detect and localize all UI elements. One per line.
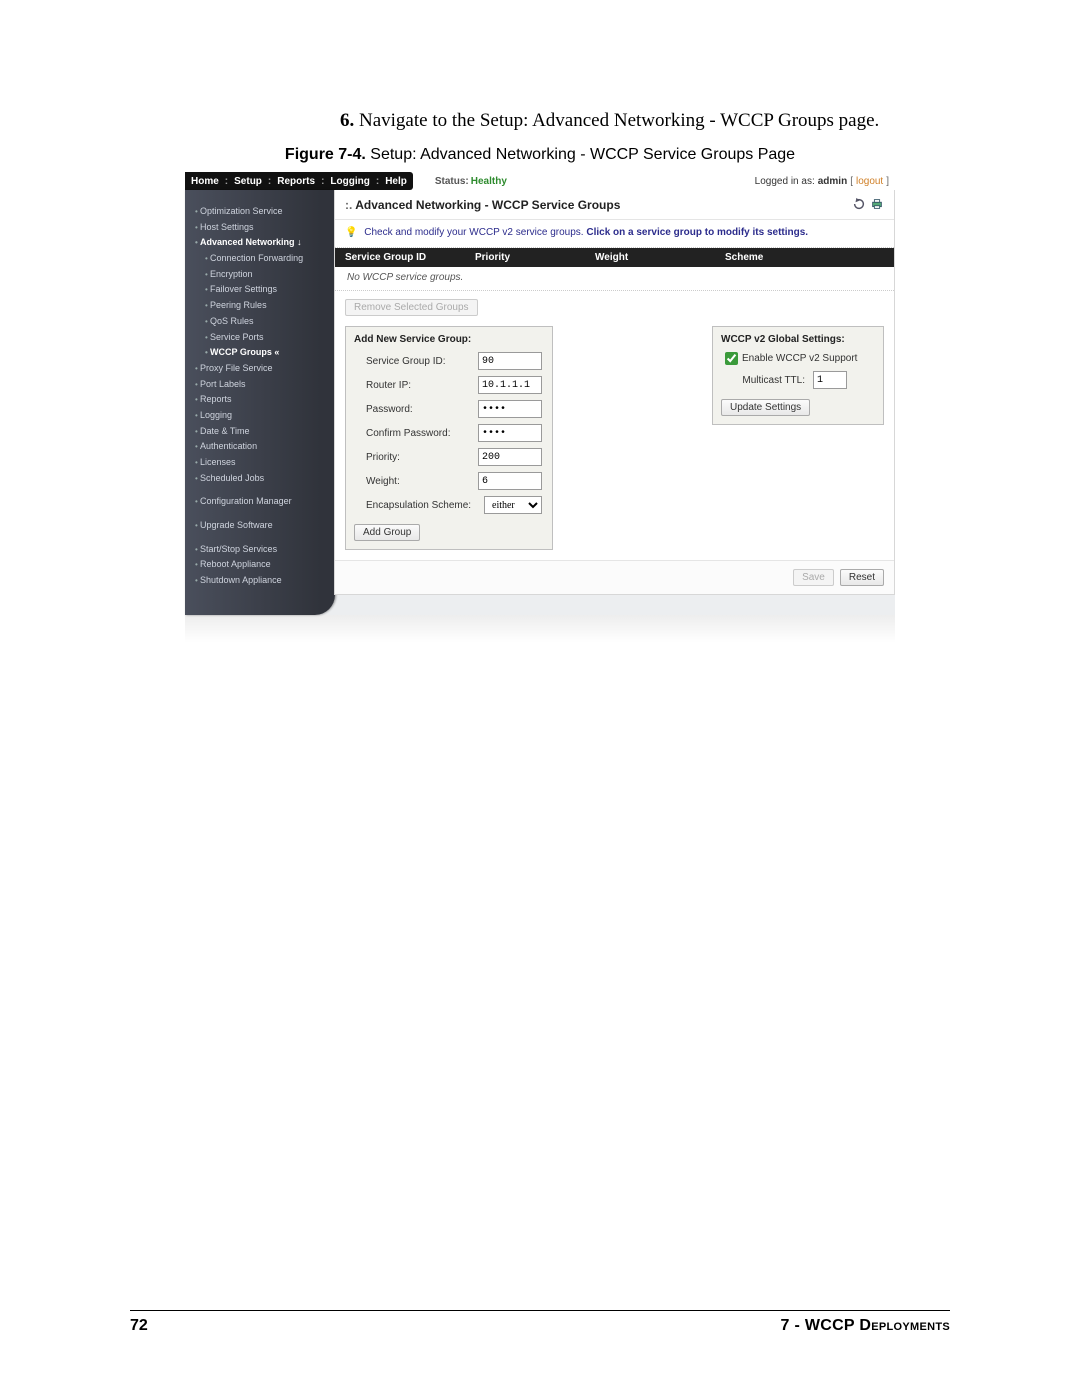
logout-link[interactable]: logout <box>856 175 883 188</box>
figure-label: Figure 7-4. <box>285 146 366 163</box>
nav-tab-home[interactable]: Home <box>191 175 219 188</box>
sidebar-item[interactable]: Service Ports <box>191 330 331 346</box>
col-scheme: Scheme <box>725 251 875 264</box>
refresh-icon[interactable] <box>852 197 866 215</box>
weight-label: Weight: <box>366 475 470 488</box>
sidebar-item[interactable]: Proxy File Service <box>191 361 331 377</box>
screenshot: Home: Setup: Reports: Logging: Help Stat… <box>185 172 895 615</box>
nav-tab-logging[interactable]: Logging <box>330 175 369 188</box>
sidebar-item[interactable]: Licenses <box>191 455 331 471</box>
sidebar-item[interactable]: Encryption <box>191 267 331 283</box>
status-value: Healthy <box>471 175 507 188</box>
status-label: Status: <box>435 175 469 188</box>
sgid-label: Service Group ID: <box>366 355 470 368</box>
sidebar-item[interactable]: Port Labels <box>191 377 331 393</box>
sgid-input[interactable] <box>478 352 542 370</box>
weight-input[interactable] <box>478 472 542 490</box>
page-title: Advanced Networking - WCCP Service Group… <box>345 198 620 214</box>
add-new-service-group-panel: Add New Service Group: Service Group ID:… <box>345 326 553 550</box>
col-weight: Weight <box>595 251 725 264</box>
sidebar-item-advanced-networking[interactable]: Advanced Networking <box>191 235 331 251</box>
nav-tab-help[interactable]: Help <box>385 175 407 188</box>
nav-tabs: Home: Setup: Reports: Logging: Help <box>185 172 413 190</box>
confirm-password-label: Confirm Password: <box>366 427 470 440</box>
password-label: Password: <box>366 403 470 416</box>
sidebar-item[interactable]: Configuration Manager <box>191 494 331 510</box>
chapter-title: 7 - WCCP Deployments <box>781 1317 951 1335</box>
add-panel-title: Add New Service Group: <box>346 327 552 350</box>
figure-caption: Figure 7-4. Setup: Advanced Networking -… <box>130 146 950 164</box>
hint-bold: Click on a service group to modify its s… <box>586 227 808 238</box>
update-settings-button[interactable]: Update Settings <box>721 399 810 416</box>
sidebar-item[interactable]: Scheduled Jobs <box>191 471 331 487</box>
router-ip-input[interactable] <box>478 376 542 394</box>
login-prefix: Logged in as: <box>755 175 815 188</box>
sidebar-item[interactable]: Logging <box>191 408 331 424</box>
nav-tab-setup[interactable]: Setup <box>234 175 262 188</box>
step-line: 6. Navigate to the Setup: Advanced Netwo… <box>340 110 950 132</box>
grid-empty-text: No WCCP service groups. <box>335 267 894 291</box>
sidebar-item[interactable]: Date & Time <box>191 424 331 440</box>
lightbulb-icon: 💡 <box>345 227 357 238</box>
print-icon[interactable] <box>870 197 884 215</box>
sidebar-item[interactable]: Reports <box>191 392 331 408</box>
sidebar-item[interactable]: Failover Settings <box>191 282 331 298</box>
priority-input[interactable] <box>478 448 542 466</box>
top-nav: Home: Setup: Reports: Logging: Help Stat… <box>185 172 895 190</box>
col-service-group-id: Service Group ID <box>345 251 475 264</box>
sidebar-item-wccp-groups[interactable]: WCCP Groups <box>191 345 331 361</box>
hint-prefix: Check and modify your WCCP v2 service gr… <box>364 227 586 238</box>
add-group-button[interactable]: Add Group <box>354 524 420 541</box>
bottom-actions: Save Reset <box>335 560 894 594</box>
col-priority: Priority <box>475 251 595 264</box>
main-panel: Advanced Networking - WCCP Service Group… <box>334 190 895 595</box>
step-number: 6. <box>340 110 354 131</box>
sidebar-item[interactable]: Reboot Appliance <box>191 557 331 573</box>
encap-label: Encapsulation Scheme: <box>366 499 476 512</box>
multicast-ttl-label: Multicast TTL: <box>725 374 805 387</box>
sidebar-item[interactable]: Upgrade Software <box>191 518 331 534</box>
password-input[interactable] <box>478 400 542 418</box>
sidebar-item[interactable]: Peering Rules <box>191 298 331 314</box>
wccp-global-settings-panel: WCCP v2 Global Settings: Enable WCCP v2 … <box>712 326 884 425</box>
encap-select[interactable]: either <box>484 496 542 514</box>
reset-button[interactable]: Reset <box>840 569 884 586</box>
sidebar: Optimization Service Host Settings Advan… <box>185 190 335 615</box>
save-button: Save <box>793 569 834 586</box>
sidebar-item[interactable]: Host Settings <box>191 220 331 236</box>
priority-label: Priority: <box>366 451 470 464</box>
sidebar-item[interactable]: Shutdown Appliance <box>191 573 331 589</box>
sidebar-item[interactable]: Connection Forwarding <box>191 251 331 267</box>
confirm-password-input[interactable] <box>478 424 542 442</box>
hint-text: 💡 Check and modify your WCCP v2 service … <box>335 220 894 248</box>
multicast-ttl-input[interactable] <box>813 371 847 389</box>
enable-wccp-label: Enable WCCP v2 Support <box>742 352 857 365</box>
step-text: Navigate to the Setup: Advanced Networki… <box>359 110 879 131</box>
sidebar-item[interactable]: Optimization Service <box>191 204 331 220</box>
document-footer: 72 7 - WCCP Deployments <box>130 1310 950 1335</box>
page-number: 72 <box>130 1317 148 1335</box>
router-ip-label: Router IP: <box>366 379 470 392</box>
remove-selected-groups-button: Remove Selected Groups <box>345 299 478 316</box>
nav-login: Logged in as: admin [ logout ] <box>755 172 895 190</box>
grid-header: Service Group ID Priority Weight Scheme <box>335 248 894 267</box>
screenshot-shadow <box>185 615 895 643</box>
global-panel-title: WCCP v2 Global Settings: <box>713 327 883 350</box>
nav-status: Status: Healthy <box>413 172 755 190</box>
page-icons <box>852 197 884 215</box>
sidebar-item[interactable]: QoS Rules <box>191 314 331 330</box>
login-user: admin <box>818 175 847 188</box>
sidebar-item[interactable]: Start/Stop Services <box>191 542 331 558</box>
nav-tab-reports[interactable]: Reports <box>277 175 315 188</box>
figure-text: Setup: Advanced Networking - WCCP Servic… <box>370 146 795 163</box>
sidebar-item[interactable]: Authentication <box>191 439 331 455</box>
enable-wccp-checkbox[interactable] <box>725 352 738 365</box>
